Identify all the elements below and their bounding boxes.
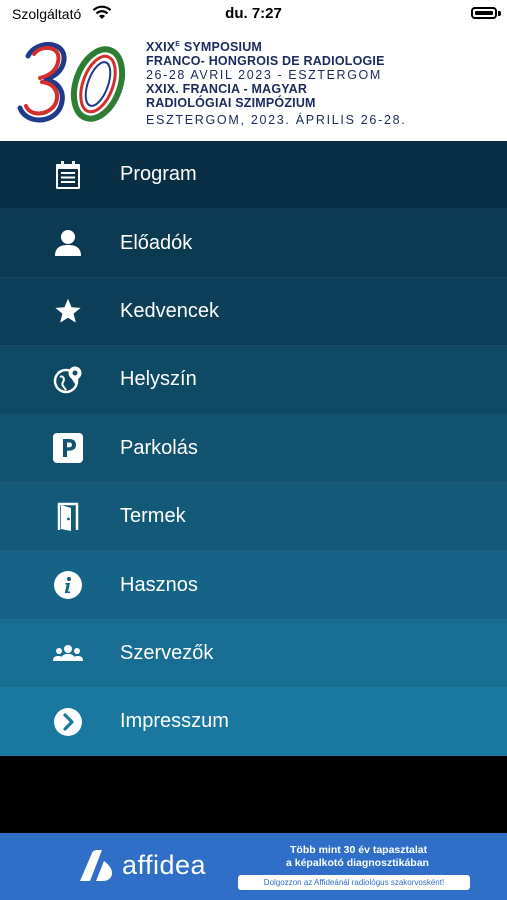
star-icon (53, 296, 83, 326)
user-icon (53, 228, 83, 258)
app-header: XXIXE SYMPOSIUM FRANCO- HONGROIS DE RADI… (0, 28, 507, 141)
menu-item-label: Parkolás (120, 436, 198, 459)
menu-item-label: Hasznos (120, 573, 198, 596)
affidea-ad-banner[interactable]: affidea Több mint 30 év tapasztalat a ké… (0, 833, 507, 900)
main-menu: Program Előadók Kedvencek Helyszín Parko… (0, 141, 507, 757)
banner-tagline-2: a képalkotó diagnosztikában (286, 857, 429, 869)
menu-item-eloadok[interactable]: Előadók (0, 209, 507, 278)
menu-item-program[interactable]: Program (0, 141, 507, 210)
empty-area (0, 756, 507, 833)
banner-cta-button[interactable]: Dolgozzon az Affideánál radiológus szako… (238, 875, 470, 890)
menu-item-impresszum[interactable]: Impresszum (0, 688, 507, 757)
group-icon (53, 638, 83, 668)
affidea-brand-name: affidea (122, 850, 207, 880)
info-icon (53, 570, 83, 600)
parking-icon (53, 433, 83, 464)
symposium-title-hu: XXIX. FRANCIA - MAGYAR (146, 82, 308, 97)
symposium-subtitle-hu: RADIOLÓGIAI SZIMPÓZIUM (146, 96, 316, 111)
symposium-date-fr: 26-28 AVRIL 2023 - ESZTERGOM (146, 68, 382, 83)
symposium-date-hu: ESZTERGOM, 2023. ÁPRILIS 26-28. (146, 113, 407, 128)
menu-item-label: Program (120, 163, 197, 186)
chevron-right-circle-icon (53, 707, 83, 737)
menu-item-label: Szervezők (120, 641, 214, 664)
menu-item-label: Impresszum (120, 710, 229, 733)
menu-item-hasznos[interactable]: Hasznos (0, 551, 507, 620)
menu-item-label: Helyszín (120, 368, 197, 391)
symposium-title-fr: XXIXE SYMPOSIUM (146, 40, 263, 55)
battery-icon (471, 7, 497, 19)
status-bar: Szolgáltató du. 7:27 (0, 0, 507, 28)
clock: du. 7:27 (225, 5, 282, 22)
banner-tagline-1: Több mint 30 év tapasztalat (290, 844, 428, 856)
menu-item-label: Kedvencek (120, 299, 219, 322)
menu-item-parkolas[interactable]: Parkolás (0, 414, 507, 483)
menu-item-label: Termek (120, 505, 186, 528)
calendar-icon (53, 160, 83, 190)
affidea-logo-icon (80, 850, 112, 881)
door-icon (53, 502, 83, 532)
header-text: XXIXE SYMPOSIUM FRANCO- HONGROIS DE RADI… (146, 38, 501, 128)
menu-item-termek[interactable]: Termek (0, 482, 507, 552)
menu-item-helyszin[interactable]: Helyszín (0, 346, 507, 415)
symposium-30-logo (17, 42, 126, 123)
menu-item-label: Előadók (120, 231, 193, 254)
menu-item-szervezok[interactable]: Szervezők (0, 619, 507, 689)
battery-tip (498, 11, 501, 16)
menu-item-kedvencek[interactable]: Kedvencek (0, 277, 507, 347)
globe-location-icon (53, 365, 83, 395)
symposium-subtitle-fr: FRANCO- HONGROIS DE RADIOLOGIE (146, 54, 385, 69)
